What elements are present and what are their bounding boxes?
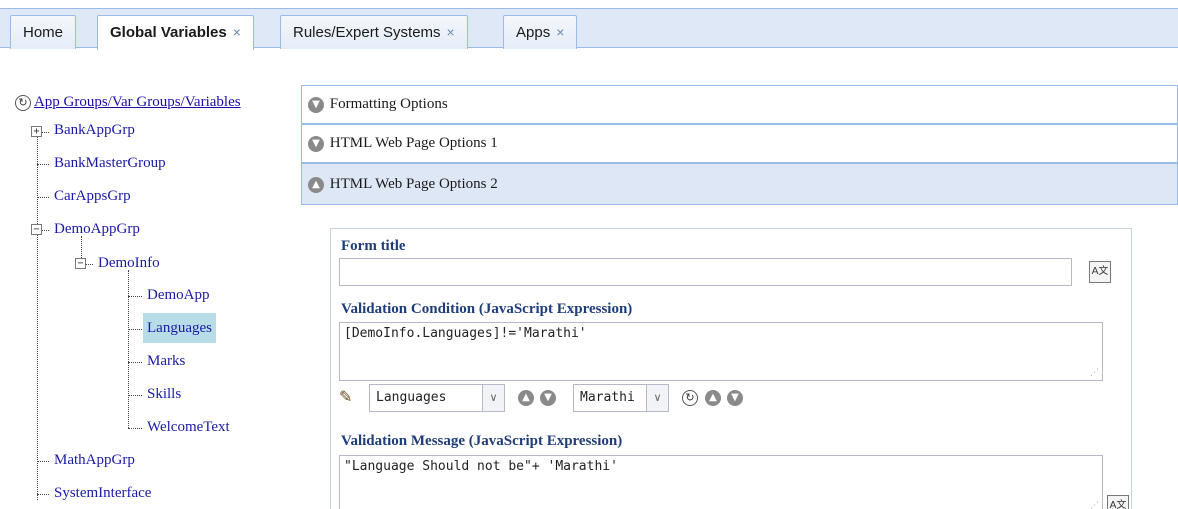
move-down-icon[interactable]: ▼ [540,390,556,406]
chevron-up-icon: ▲ [308,176,324,193]
tree-connector [128,296,142,297]
chevron-down-icon: ▼ [308,135,324,152]
validation-message-label: Validation Message (JavaScript Expressio… [341,433,623,449]
tree-root-label[interactable]: App Groups/Var Groups/Variables [34,94,241,110]
tree-connector [128,428,142,429]
accordion-label: Formatting Options [329,96,448,112]
tree-node-label: WelcomeText [147,419,230,435]
close-icon[interactable]: × [447,24,455,40]
validation-message-value: "Language Should not be"+ 'Marathi' [344,459,618,474]
move-up-icon[interactable]: ▲ [705,390,721,406]
validation-condition-textarea[interactable]: [DemoInfo.Languages]!='Marathi' ⋰ [339,322,1103,381]
tree-node-skills[interactable]: Skills [143,382,185,406]
tree-node-demoappgrp[interactable]: DemoAppGrp [50,217,144,241]
variable-select[interactable]: Languages ∨ [369,384,505,412]
tree-node-label: BankMasterGroup [54,155,166,171]
close-icon[interactable]: × [233,24,241,40]
form-panel: Form title A文 Validation Condition (Java… [330,228,1132,509]
tree-node-demoinfo[interactable]: DemoInfo [94,251,164,275]
form-title-input[interactable] [339,258,1072,286]
tree-connector [37,164,49,165]
tree-connector [128,270,129,428]
move-down-icon[interactable]: ▼ [727,390,743,406]
tree-connector [37,197,49,198]
tree-node-label: MathAppGrp [54,452,135,468]
chevron-down-icon[interactable]: ∨ [646,385,668,411]
variable-tree: ↻ App Groups/Var Groups/Variables + − − … [0,90,300,509]
tree-node-label: BankAppGrp [54,122,135,138]
tree-node-label: Skills [147,386,182,402]
tree-node-label: DemoApp [147,287,210,303]
validation-message-textarea[interactable]: "Language Should not be"+ 'Marathi' ⋰ [339,455,1103,509]
tab-apps-label: Apps [516,24,551,41]
tree-node-systeminterface[interactable]: SystemInterface [50,481,155,505]
value-select[interactable]: Marathi ∨ [573,384,669,412]
accordion-label: HTML Web Page Options 2 [329,176,498,192]
tree-node-languages[interactable]: Languages [143,313,216,343]
tab-apps[interactable]: Apps × [503,15,578,49]
tree-node-label: Languages [143,313,216,343]
tree-node-bankappgrp[interactable]: BankAppGrp [50,118,139,142]
tree-node-label: Marks [147,353,186,369]
tree-connector [128,395,142,396]
tab-rules-expert-systems[interactable]: Rules/Expert Systems × [280,15,468,49]
translate-icon[interactable]: A文 [1089,261,1111,283]
tree-connector [37,494,49,495]
accordion-html-web-page-options-2[interactable]: ▲ HTML Web Page Options 2 [301,163,1178,205]
accordion-html-web-page-options-1[interactable]: ▼ HTML Web Page Options 1 [301,124,1178,163]
tree-node-label: CarAppsGrp [54,188,131,204]
chevron-down-icon[interactable]: ∨ [482,385,504,411]
resize-grip-icon[interactable]: ⋰ [1090,501,1099,509]
collapse-icon[interactable]: − [31,224,42,235]
close-icon[interactable]: × [556,24,564,40]
translate-icon[interactable]: A文 [1107,495,1129,509]
tree-node-mathappgrp[interactable]: MathAppGrp [50,448,139,472]
tab-home-label: Home [23,24,64,41]
value-select-value: Marathi [580,390,635,405]
tree-node-label: SystemInterface [54,485,152,501]
tree-connector [37,461,49,462]
tab-bar: Home Global Variables × Rules/Expert Syst… [0,8,1178,50]
tree-node-welcometext[interactable]: WelcomeText [143,415,234,439]
validation-condition-label: Validation Condition (JavaScript Express… [341,301,633,317]
tree-connector [128,329,142,330]
refresh-icon[interactable]: ↻ [682,390,698,406]
tab-rules-label: Rules/Expert Systems [293,24,441,41]
tab-home[interactable]: Home [10,15,77,49]
tab-global-variables[interactable]: Global Variables × [97,15,254,50]
expand-icon[interactable]: + [31,126,42,137]
variable-select-value: Languages [376,390,447,405]
tab-global-variables-label: Global Variables [110,24,227,41]
tree-node-bankmastergroup[interactable]: BankMasterGroup [50,151,170,175]
tree-node-carappsgrp[interactable]: CarAppsGrp [50,184,135,208]
tree-node-marks[interactable]: Marks [143,349,189,373]
tree-node-demoapp[interactable]: DemoApp [143,283,214,307]
tree-node-label: DemoInfo [98,255,160,271]
collapse-icon[interactable]: − [75,258,86,269]
pencil-icon[interactable]: ✎ [339,387,352,407]
accordion-formatting-options[interactable]: ▼ Formatting Options [301,85,1178,124]
accordion-label: HTML Web Page Options 1 [329,135,498,151]
tree-connector [37,132,38,500]
validation-condition-value: [DemoInfo.Languages]!='Marathi' [344,326,587,341]
refresh-icon[interactable]: ↻ [15,94,31,111]
tree-node-label: DemoAppGrp [54,221,140,237]
tree-connector [128,362,142,363]
move-up-icon[interactable]: ▲ [518,390,534,406]
form-title-label: Form title [341,238,406,254]
resize-grip-icon[interactable]: ⋰ [1090,368,1099,378]
tree-root[interactable]: ↻ App Groups/Var Groups/Variables [15,90,241,114]
chevron-down-icon: ▼ [308,96,324,113]
